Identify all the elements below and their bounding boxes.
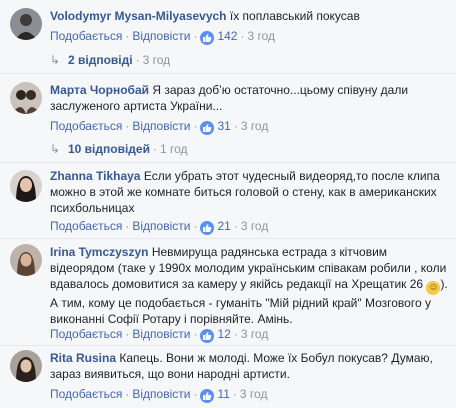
comment-actions: Подобається · Відповісти · 142 · 3 год: [50, 29, 276, 45]
replies-count-link[interactable]: 2 відповіді: [68, 53, 133, 67]
like-link[interactable]: Подобається: [50, 219, 122, 233]
comment-body: Марта Чорнобай Я зараз добʼю остаточно..…: [50, 82, 450, 114]
comment-actions: Подобається · Відповісти · 31 · 3 год: [50, 119, 269, 135]
replies-count-link[interactable]: 10 відповідей: [68, 142, 150, 156]
comment-author[interactable]: Марта Чорнобай: [50, 83, 149, 97]
comment-time[interactable]: 3 год: [240, 387, 268, 401]
comment-body: Irina Tymczyszyn Невмируща радянська ест…: [50, 244, 450, 327]
comment-time[interactable]: 3 год: [241, 119, 269, 133]
comment-body: Rita Rusina Капець. Вони ж молоді. Може …: [50, 350, 450, 382]
thumbs-up-icon: [200, 31, 215, 45]
comment-author[interactable]: Volodymyr Mysan-Milyasevych: [50, 9, 227, 23]
replies-toggle[interactable]: ↳ 10 відповідей · 1 год: [50, 141, 188, 157]
like-count[interactable]: 11: [217, 387, 229, 401]
replies-time: 1 год: [159, 142, 188, 156]
replies-time: 3 год: [142, 53, 171, 67]
divider: [0, 73, 456, 74]
comment-time[interactable]: 3 год: [241, 327, 269, 341]
comment-actions: Подобається · Відповісти · 11 · 3 год: [50, 387, 268, 403]
thumbs-up-icon: [200, 329, 215, 343]
like-link[interactable]: Подобається: [50, 119, 122, 133]
avatar[interactable]: [10, 170, 42, 202]
like-link[interactable]: Подобається: [50, 387, 122, 401]
comment-time[interactable]: 3 год: [241, 219, 269, 233]
comment-body: Volodymyr Mysan-Milyasevych їх поплавськ…: [50, 8, 450, 24]
comment-actions: Подобається · Відповісти · 21 · 3 год: [50, 219, 269, 235]
thumbs-up-icon: [200, 389, 215, 403]
replies-toggle[interactable]: ↳ 2 відповіді · 3 год: [50, 52, 170, 68]
like-link[interactable]: Подобається: [50, 29, 122, 43]
like-link[interactable]: Подобається: [50, 327, 122, 341]
like-count[interactable]: 31: [217, 119, 230, 133]
avatar[interactable]: [10, 350, 42, 382]
reply-link[interactable]: Відповісти: [132, 29, 190, 43]
comment-author[interactable]: Zhanna Tikhaya: [50, 169, 140, 183]
thumbs-up-icon: [200, 121, 215, 135]
comment-time[interactable]: 3 год: [247, 29, 275, 43]
comment-actions: Подобається · Відповісти · 12 · 3 год: [50, 327, 269, 343]
like-count[interactable]: 12: [217, 327, 230, 341]
reply-arrow-icon: ↳: [50, 142, 61, 156]
like-count[interactable]: 142: [217, 29, 237, 43]
reply-link[interactable]: Відповісти: [132, 327, 190, 341]
avatar[interactable]: [10, 8, 42, 40]
avatar[interactable]: [10, 244, 42, 276]
divider: [0, 345, 456, 346]
comment-author[interactable]: Irina Tymczyszyn: [50, 245, 148, 259]
thumbs-up-icon: [200, 221, 215, 235]
avatar[interactable]: [10, 82, 42, 114]
reply-link[interactable]: Відповісти: [132, 219, 190, 233]
reply-link[interactable]: Відповісти: [132, 387, 190, 401]
reply-link[interactable]: Відповісти: [132, 119, 190, 133]
divider: [0, 162, 456, 163]
like-count[interactable]: 21: [217, 219, 230, 233]
divider: [0, 238, 456, 239]
reply-arrow-icon: ↳: [50, 53, 61, 67]
smile-emoji: ☺: [426, 281, 441, 295]
comment-body: Zhanna Tikhaya Если убрать этот чудесный…: [50, 168, 450, 216]
comment-author[interactable]: Rita Rusina: [50, 351, 116, 365]
comment-text: їх поплавський покусав: [229, 9, 360, 23]
